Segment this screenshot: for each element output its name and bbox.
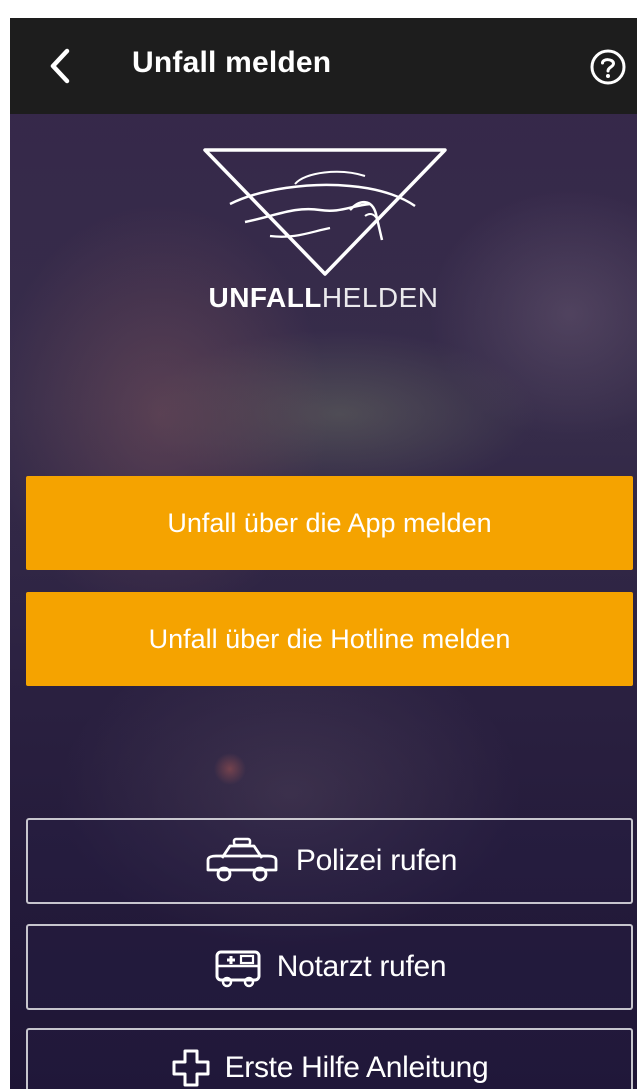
ambulance-icon — [213, 944, 263, 990]
help-button[interactable] — [585, 44, 631, 90]
first-aid-guide-button[interactable]: Erste Hilfe Anleitung — [26, 1028, 633, 1089]
call-emergency-doctor-label: Notarzt rufen — [276, 950, 447, 983]
help-circle-icon — [590, 49, 626, 85]
call-emergency-doctor-button[interactable]: Notarzt rufen — [26, 924, 633, 1010]
logo-wordmark-light: HELDEN — [321, 282, 439, 313]
logo-wordmark: UNFALLHELDEN — [10, 282, 637, 314]
report-via-hotline-button[interactable]: Unfall über die Hotline melden — [26, 592, 633, 686]
call-police-label: Polizei rufen — [295, 844, 458, 877]
logo-wordmark-strong: UNFALL — [208, 282, 322, 313]
call-police-button[interactable]: Polizei rufen — [26, 818, 633, 904]
first-aid-guide-label: Erste Hilfe Anleitung — [224, 1051, 489, 1084]
top-bar: Unfall melden — [10, 18, 637, 114]
medical-cross-icon — [171, 1048, 211, 1088]
unfallhelden-logo — [203, 148, 447, 276]
police-car-icon — [202, 836, 282, 886]
hero-background: UNFALLHELDEN Unfall über die App melden … — [10, 114, 637, 1089]
back-button[interactable] — [36, 40, 84, 92]
chevron-left-icon — [50, 48, 70, 84]
app-screen: Unfall melden UNFALLHELDEN Unfall über d… — [10, 18, 637, 1089]
report-via-app-button[interactable]: Unfall über die App melden — [26, 476, 633, 570]
page-title: Unfall melden — [132, 46, 332, 79]
